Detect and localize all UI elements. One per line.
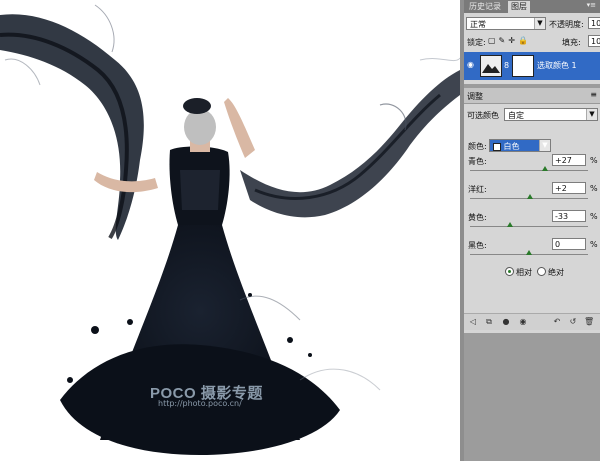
- slider-thumb[interactable]: [526, 250, 532, 255]
- chevron-down-icon[interactable]: ▼: [539, 140, 550, 151]
- absolute-label: 绝对: [548, 268, 564, 277]
- visibility-icon[interactable]: ◉: [518, 317, 528, 327]
- slider-track[interactable]: [470, 170, 588, 171]
- blend-mode-value: 正常: [470, 20, 486, 29]
- colors-value: 白色: [503, 142, 520, 151]
- chevron-down-icon[interactable]: ▼: [534, 18, 545, 29]
- relative-label: 相对: [516, 268, 532, 277]
- absolute-radio[interactable]: [537, 267, 546, 276]
- preset-select[interactable]: 自定 ▼: [504, 108, 598, 121]
- layer-mask-thumbnail[interactable]: [512, 55, 534, 77]
- slider-value-input[interactable]: +27: [552, 154, 586, 166]
- blend-mode-select[interactable]: 正常 ▼: [466, 17, 546, 30]
- opacity-input[interactable]: 100%: [588, 17, 600, 29]
- slider-track[interactable]: [470, 226, 588, 227]
- clip-layer-icon[interactable]: ●: [501, 317, 511, 327]
- adjustments-panel: 调整 ≡ 可选颜色 自定 ▼ 颜色: 白色 ▼ 青色: +27% 洋红: +2% 黄色:…: [464, 88, 600, 333]
- layer-row-selective-color[interactable]: ◉ 8 选取颜色 1: [464, 52, 600, 80]
- color-swatch: [493, 142, 501, 151]
- fill-label: 填充:: [562, 38, 581, 47]
- fill-input[interactable]: 100%: [588, 35, 600, 47]
- adjustment-thumbnail[interactable]: [480, 55, 502, 77]
- eye-icon[interactable]: ◉: [467, 60, 477, 70]
- chevron-down-icon[interactable]: ▼: [586, 109, 597, 120]
- slider-value-input[interactable]: -33: [552, 210, 586, 222]
- slider-thumb[interactable]: [541, 166, 548, 171]
- slider-label: 青色:: [468, 157, 487, 166]
- delete-icon[interactable]: 🗑: [584, 317, 594, 327]
- percent-unit: %: [590, 240, 598, 249]
- layers-tabbar: 历史记录 图层 ▾≡: [464, 0, 600, 13]
- layers-panel: 历史记录 图层 ▾≡ 正常 ▼ 不透明度: 100% 锁定: ▢✎✛🔒 填充: …: [464, 0, 600, 84]
- slider-label: 洋红:: [468, 185, 487, 194]
- adjustments-footer: ◁ ⧉ ● ◉ ↶ ↺ 🗑: [464, 313, 600, 330]
- colors-label: 颜色:: [468, 142, 487, 151]
- layer-name[interactable]: 选取颜色 1: [537, 60, 577, 71]
- slider-value-input[interactable]: +2: [552, 182, 586, 194]
- percent-unit: %: [590, 156, 598, 165]
- link-icon[interactable]: 8: [504, 61, 509, 70]
- slider-label: 黄色:: [468, 213, 487, 222]
- right-panels: 历史记录 图层 ▾≡ 正常 ▼ 不透明度: 100% 锁定: ▢✎✛🔒 填充: …: [464, 0, 600, 461]
- opacity-label: 不透明度:: [549, 20, 584, 29]
- slider-thumb[interactable]: [506, 222, 513, 227]
- preset-value: 自定: [508, 111, 524, 120]
- watermark-url: http://photo.poco.cn/: [158, 399, 242, 408]
- mountain-icon: [482, 64, 500, 73]
- lock-icons[interactable]: ▢✎✛🔒: [488, 36, 531, 45]
- panel-menu-icon[interactable]: ▾≡: [587, 1, 596, 9]
- tab-history[interactable]: 历史记录: [466, 1, 504, 13]
- colors-select[interactable]: 白色 ▼: [489, 139, 551, 152]
- slider-label: 黑色:: [468, 241, 487, 250]
- previous-state-icon[interactable]: ↶: [552, 317, 562, 327]
- reset-icon[interactable]: ↺: [568, 317, 578, 327]
- percent-unit: %: [590, 184, 598, 193]
- expand-view-icon[interactable]: ⧉: [484, 317, 494, 327]
- tab-adjustments[interactable]: 调整: [467, 91, 483, 102]
- back-icon[interactable]: ◁: [468, 317, 478, 327]
- tab-layers[interactable]: 图层: [508, 1, 530, 13]
- lock-label: 锁定:: [467, 38, 486, 47]
- slider-thumb[interactable]: [527, 194, 534, 199]
- percent-unit: %: [590, 212, 598, 221]
- relative-radio[interactable]: [505, 267, 514, 276]
- adjustment-title: 可选颜色: [467, 111, 499, 120]
- photo-canvas[interactable]: POCO 摄影专题 http://photo.poco.cn/: [0, 0, 460, 461]
- adjustments-tabbar: 调整 ≡: [464, 88, 600, 104]
- slider-value-input[interactable]: 0: [552, 238, 586, 250]
- panel-menu-icon[interactable]: ≡: [590, 90, 597, 99]
